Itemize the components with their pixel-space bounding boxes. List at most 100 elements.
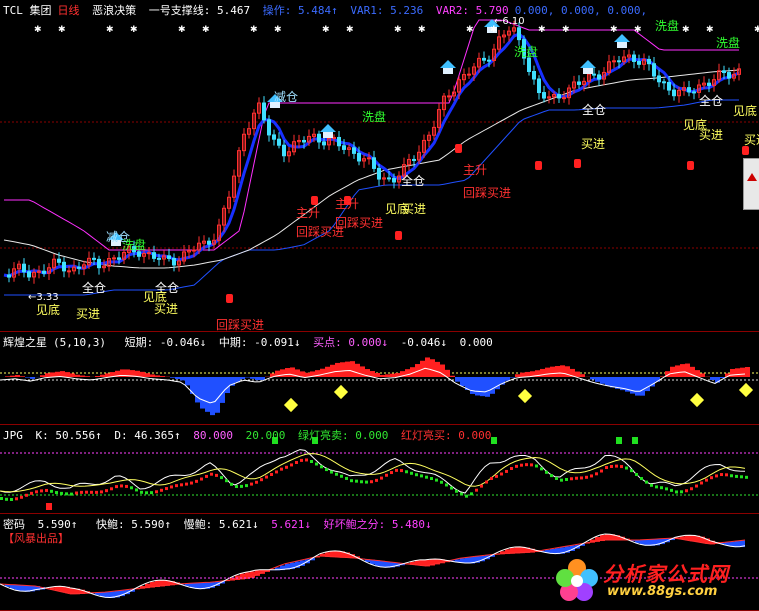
huihuang-bar — [510, 377, 515, 378]
house-icon — [443, 68, 453, 74]
signal-quancang: 全仓 — [401, 172, 425, 189]
signal-maijin: 买进 — [581, 135, 605, 152]
candlestick-chart[interactable]: ✱✱✱✱✱✱✱✱✱✱✱✱✱✱✱✱✱✱✱✱✱ — [0, 0, 759, 331]
candle-body — [618, 61, 621, 62]
candle-body — [278, 139, 281, 145]
candle-body — [58, 259, 61, 262]
mima-panel[interactable]: 密码 5.590↑ 快鲍: 5.590↑ 慢鲍: 5.621↓ 5.621↓ 好… — [0, 514, 759, 611]
candle-body — [468, 74, 471, 75]
jpg-dot — [270, 473, 273, 476]
candle-body — [668, 82, 671, 90]
jpg-dot — [705, 479, 708, 482]
flower-icon — [553, 556, 601, 604]
jpg-dot — [505, 470, 508, 473]
candle-body — [43, 271, 46, 273]
huihuang-bar — [340, 362, 345, 377]
jpg-dot — [230, 483, 233, 486]
candle-body — [8, 275, 11, 277]
jpg-panel[interactable]: JPG K: 50.556↑ D: 46.365↑ 80.000 20.000 … — [0, 425, 759, 514]
star-icon: ✱ — [418, 25, 426, 35]
signal-jiandi: 见底 — [733, 102, 757, 119]
jpg-dot — [365, 481, 368, 484]
jpg-dot — [25, 494, 28, 497]
jpg-dot — [415, 473, 418, 476]
jpg-dot — [155, 490, 158, 493]
jpg-dot — [465, 495, 468, 498]
jpg-dot — [730, 474, 733, 477]
jpg-dot — [485, 481, 488, 484]
jpg-dot — [605, 466, 608, 469]
jpg-dot — [345, 477, 348, 480]
huihuang-bar — [210, 377, 215, 415]
candle-body — [208, 241, 211, 244]
jpg-dot — [455, 490, 458, 493]
jpg-dot — [265, 476, 268, 479]
huihuang-bar — [95, 376, 100, 377]
jpg-dot — [45, 489, 48, 492]
jpg-dot — [700, 481, 703, 484]
symbol-name: TCL 集团 — [3, 4, 52, 17]
mima-header: 密码 5.590↑ 快鲍: 5.590↑ 慢鲍: 5.621↓ 5.621↓ 好… — [3, 516, 438, 532]
jpg-dot — [0, 497, 3, 500]
huihuang-bar — [670, 367, 675, 377]
jpg-dot — [235, 485, 238, 488]
jpg-dot — [280, 468, 283, 471]
star-icon: ✱ — [106, 25, 114, 35]
jpg-dot — [735, 475, 738, 478]
jpg-green-sell: 绿灯亮卖: 0.000 — [298, 429, 388, 442]
jpg-title: JPG — [3, 429, 23, 442]
jpg-20: 20.000 — [246, 429, 286, 442]
candle-body — [723, 71, 726, 73]
huihuang-bar — [455, 377, 460, 382]
huihuang-bar — [105, 373, 110, 377]
jpg-dot — [240, 485, 243, 488]
jpg-dot — [745, 476, 748, 479]
jpg-dot — [440, 481, 443, 484]
jpg-dot — [490, 477, 493, 480]
jpg-dot — [545, 471, 548, 474]
jpg-dot — [375, 479, 378, 482]
candle-body — [338, 137, 341, 145]
huihuang-bar — [545, 368, 550, 377]
huihuang-bar — [595, 377, 600, 382]
buy-point-icon — [284, 398, 298, 412]
signal-jiandi: 见底 — [36, 301, 60, 318]
candle-body — [93, 258, 96, 259]
side-panel-tab[interactable] — [743, 158, 759, 210]
huihuang-bar — [730, 369, 735, 377]
huihuang-bar — [65, 372, 70, 377]
huihuang-bar — [75, 375, 80, 377]
jpg-dot — [65, 492, 68, 495]
huihuang-title: 辉煌之星(5,10,3) — [3, 336, 112, 349]
huihuang-bar — [215, 377, 220, 413]
star-icon: ✱ — [250, 25, 258, 35]
candle-body — [598, 75, 601, 79]
buy-signal-marker — [687, 161, 694, 170]
jpg-dot — [115, 485, 118, 488]
jpg-dot — [75, 492, 78, 495]
jpg-dot — [255, 481, 258, 484]
candle-body — [688, 88, 691, 92]
jpg-dot — [425, 476, 428, 479]
huihuang-panel[interactable]: 辉煌之星(5,10,3) 短期: -0.046↓ 中期: -0.091↓ 买点:… — [0, 332, 759, 425]
candle-body — [528, 58, 531, 71]
buy-point-icon — [739, 383, 753, 397]
candle-body — [673, 90, 676, 96]
price-panel[interactable]: TCL 集团日线 恶浪决策 一号支撑线: 5.467 操作: 5.484↑ VA… — [0, 0, 759, 332]
huihuang-bar — [25, 377, 30, 378]
candle-body — [373, 158, 376, 169]
huihuang-bar — [685, 364, 690, 377]
jpg-dot — [740, 475, 743, 478]
jpg-dot — [710, 476, 713, 479]
jpg-dot — [620, 465, 623, 468]
huihuang-bar — [590, 377, 595, 379]
candle-body — [728, 73, 731, 79]
star-icon: ✱ — [682, 25, 690, 35]
arrow-up-icon — [747, 173, 757, 181]
candle-body — [518, 28, 521, 40]
huihuang-bar — [70, 373, 75, 377]
star-icon: ✱ — [202, 25, 210, 35]
signal-xipan: 洗盘 — [122, 236, 146, 253]
huihuang-bar — [425, 357, 430, 377]
jpg-dot — [130, 486, 133, 489]
